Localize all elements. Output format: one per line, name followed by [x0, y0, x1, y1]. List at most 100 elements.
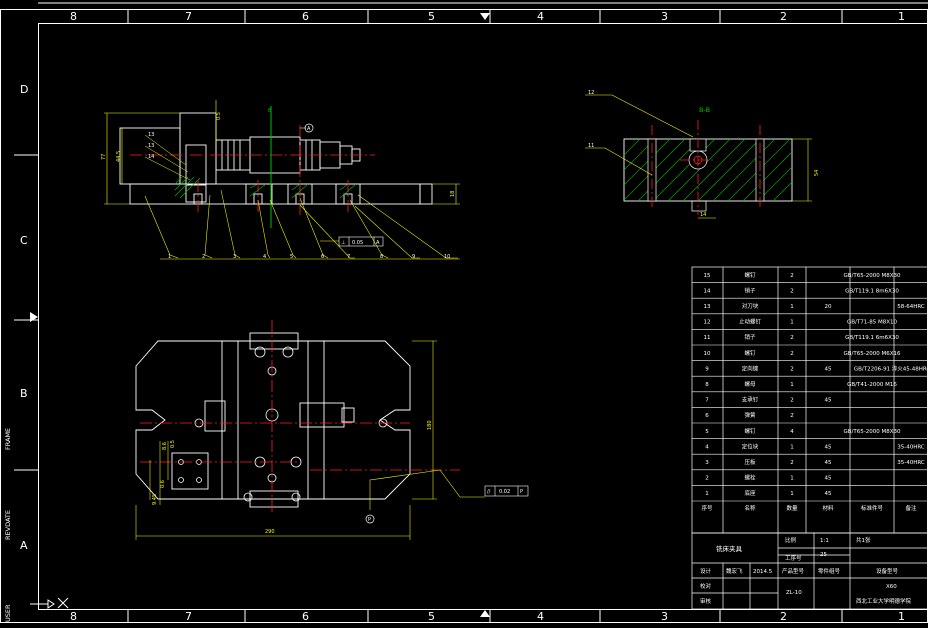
process-label: 工序号	[785, 554, 802, 562]
bom-cell-no: 11	[704, 335, 711, 341]
bom-cell-name: 压板	[744, 458, 756, 466]
front-left-callouts: 13 13 14	[145, 132, 190, 180]
zone-col-3-bottom: 3	[661, 610, 668, 623]
frame-side-label: FRAME	[4, 428, 12, 450]
bom-cell-name: 螺栓	[744, 474, 756, 482]
dim-gap: 0.5	[216, 112, 222, 120]
bom-rows: 15螺钉2GB/T65-2000 M8X3014销子2GB/T119.1 8m6…	[692, 271, 928, 512]
bom-cell-qty: 2	[790, 398, 794, 404]
perpendicularity-frame: ⊥ 0.05 A	[320, 237, 383, 246]
bom-cell-note: 35-40HRC	[897, 444, 925, 450]
front-view-dimensions	[104, 100, 460, 204]
bom-cell-std: GB/T65-2000 M8X30	[844, 429, 901, 435]
parallelism-frame: // 0.02 P	[485, 486, 528, 496]
title-block-text: 铣床夹具 比例 1:1 共1张 工序号 25 设计 魏宏飞 2014.5 产品型…	[700, 536, 912, 605]
bom-cell-std: GB/T119.1 8m6X30	[845, 288, 899, 294]
zone-col-4-bottom: 4	[537, 610, 544, 623]
perp-symbol: ⊥	[341, 240, 345, 246]
zone-columns-bottom: 8 7 6 5 4 3 2 1	[70, 609, 905, 623]
drawing-frame	[1, 3, 928, 623]
plan-dim-slot-a: 8.6	[162, 442, 168, 450]
bom-cell-std: GB/T41-2000 M16	[847, 382, 897, 388]
bom-cell-no: 2	[705, 476, 709, 482]
bom-cell-note: 58-64HRC	[897, 304, 925, 310]
review-label: 审核	[700, 597, 712, 605]
zone-row-C: C	[20, 234, 28, 247]
bom-header-cell: 标准件号	[861, 504, 884, 512]
zone-row-B: B	[20, 387, 28, 400]
bom-cell-name: 销子	[744, 286, 756, 294]
bom-cell-name: 螺钉	[744, 349, 756, 357]
section-dim-height: 54	[814, 170, 820, 176]
bom-cell-no: 8	[705, 382, 709, 388]
callout-9: 9	[412, 254, 415, 260]
device-label: 设备型号	[876, 567, 899, 575]
bom-cell-no: 6	[705, 413, 709, 419]
front-left-callout-2: 13	[148, 143, 154, 149]
callout-4: 4	[263, 254, 266, 260]
plan-dim-slot-d: 0.6	[160, 480, 166, 488]
callout-6: 6	[321, 254, 324, 260]
zone-col-7-bottom: 7	[185, 610, 192, 623]
zone-col-3: 3	[661, 10, 668, 23]
device-value: X60	[886, 584, 897, 590]
plan-holes	[179, 347, 388, 501]
front-datum-callout: A	[300, 124, 313, 132]
bom-header-cell: 材料	[822, 504, 834, 512]
plan-dimensions	[136, 341, 485, 540]
zone-row-A: A	[20, 539, 28, 552]
drawing-svg: 8 7 6 5 4 3 2 1 8 7 6 5 4 3 2 1 D C B A	[0, 0, 928, 624]
bom-cell-qty: 1	[790, 476, 794, 482]
cad-drawing-canvas[interactable]: 8 7 6 5 4 3 2 1 8 7 6 5 4 3 2 1 D C B A	[0, 0, 928, 624]
bom-cell-qty: 1	[790, 491, 794, 497]
scale-value: 1:1	[820, 538, 829, 544]
plan-view	[136, 333, 410, 507]
bom-cell-qty: 1	[790, 304, 794, 310]
bom-cell-name: 螺钉	[744, 427, 756, 435]
design-label: 设计	[700, 567, 712, 575]
bom-cell-material: 20	[825, 304, 832, 310]
bom-cell-name: 对刀块	[742, 302, 759, 310]
perp-datum: A	[376, 240, 380, 246]
bom-cell-name: 销子	[744, 333, 756, 341]
callout-8: 8	[380, 254, 383, 260]
bom-cell-qty: 2	[790, 273, 794, 279]
bom-cell-no: 3	[705, 460, 709, 466]
bom-cell-name: 底座	[744, 489, 756, 497]
bom-cell-qty: 2	[790, 413, 794, 419]
bom-cell-material: 45	[825, 476, 832, 482]
process-value: 25	[820, 552, 827, 558]
bom-cell-name: 止动螺钉	[739, 318, 762, 326]
zone-col-7: 7	[185, 10, 192, 23]
designer: 魏宏飞	[726, 567, 743, 575]
bom-cell-name: 弹簧	[744, 411, 756, 419]
bom-cell-material: 45	[825, 366, 832, 372]
zone-col-5: 5	[428, 10, 435, 23]
design-date: 2014.5	[753, 569, 773, 575]
user-side-label: USER	[4, 604, 12, 622]
bom-cell-no: 7	[705, 398, 709, 404]
bom-cell-no: 1	[705, 491, 709, 497]
parallel-symbol: //	[487, 489, 491, 495]
bom-table-grid	[692, 267, 928, 533]
bom-header-cell: 数量	[786, 504, 798, 512]
perp-value: 0.05	[352, 240, 363, 246]
bom-cell-no: 13	[704, 304, 711, 310]
callout-1: 1	[168, 254, 171, 260]
zone-col-6-bottom: 6	[302, 610, 309, 623]
bom-cell-material: 45	[825, 460, 832, 466]
bom-cell-no: 15	[704, 273, 711, 279]
bom-cell-no: 5	[705, 429, 709, 435]
bom-cell-name: 定向键	[742, 364, 759, 372]
bom-cell-no: 10	[704, 351, 711, 357]
parallel-value: 0.02	[499, 489, 510, 495]
centering-arrow-bottom	[480, 610, 490, 617]
school-name: 西北工业大学明德学院	[856, 597, 912, 605]
bom-header-cell: 备注	[905, 504, 917, 512]
section-label-11: 11	[588, 143, 594, 149]
centering-arrow-top	[480, 13, 490, 20]
bom-cell-no: 14	[704, 288, 711, 294]
plan-dim-height: 180	[427, 420, 433, 430]
bom-cell-note: 35-40HRC	[897, 460, 925, 466]
bom-cell-qty: 2	[790, 335, 794, 341]
